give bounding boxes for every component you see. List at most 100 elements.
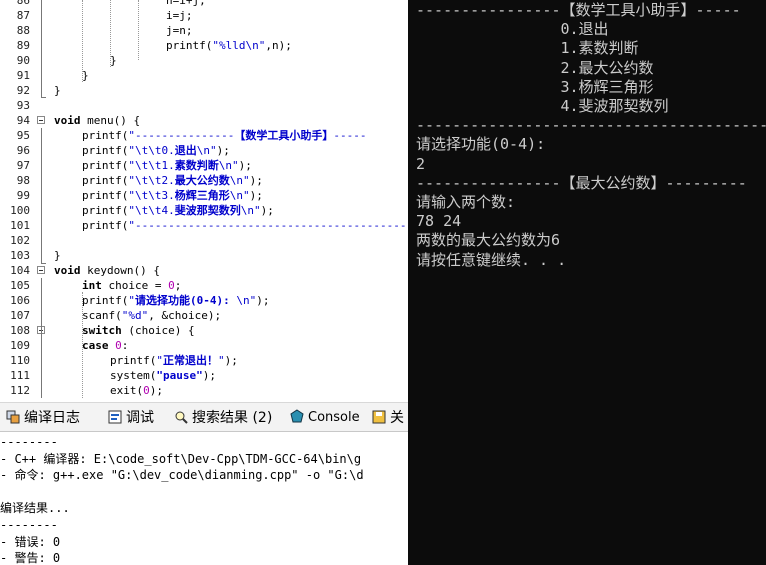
fold-bracket — [41, 128, 42, 263]
line-number: 94 — [16, 114, 30, 127]
code-token: ); — [149, 384, 163, 397]
code-line: 99 printf("\t\t3.杨辉三角形\n"); — [0, 188, 408, 203]
code-line: 96 printf("\t\t0.退出\n"); — [0, 143, 408, 158]
fold-toggle-icon[interactable] — [37, 116, 45, 124]
line-number: 87 — [16, 9, 30, 22]
code-editor[interactable]: 86 n=i+j; 87 i=j; 88 j=n; 89 printf("%lld\n",n)… — [0, 0, 408, 398]
code-token: printf( — [82, 294, 129, 307]
fold-bracket-end — [41, 97, 46, 98]
indent-guide — [110, 0, 111, 67]
console-line: 3.杨辉三角形 — [416, 77, 654, 96]
code-token: ); — [249, 174, 263, 187]
code-token: : — [121, 339, 129, 352]
code-token: ); — [224, 354, 238, 367]
code-text: void menu() { — [54, 113, 140, 128]
code-text: n=i+j; — [166, 0, 206, 8]
code-token: menu() { — [80, 114, 141, 127]
code-text: printf("请选择功能(0-4): \n"); — [82, 293, 269, 308]
code-token: \n" — [218, 159, 239, 172]
search-results-icon — [175, 411, 188, 424]
console-line: 两数的最大公约数为6 — [416, 231, 561, 250]
line-number: 93 — [16, 99, 30, 112]
code-token: 0 — [143, 384, 150, 397]
code-token: \n" — [240, 204, 261, 217]
tab-search-results[interactable]: 搜索结果 (2) — [174, 406, 272, 430]
code-token: \n" — [196, 144, 217, 157]
code-token: 素数判断 — [174, 159, 219, 172]
console-line: 78 24 — [416, 212, 462, 231]
code-line: 95 printf("---------------【数学工具小助手】----- — [0, 128, 408, 143]
tab-label: 关 — [390, 410, 404, 426]
compile-log-output: -------- - C++ 编译器: E:\code_soft\Dev-Cpp\… — [0, 432, 408, 565]
tab-compile-log[interactable]: 编译日志 — [6, 406, 80, 430]
line-number: 102 — [10, 234, 30, 247]
fold-toggle-icon[interactable] — [37, 266, 45, 274]
code-line: 90} — [0, 53, 408, 68]
console-line: 请选择功能(0-4): — [416, 135, 546, 154]
code-token: printf( — [166, 39, 213, 52]
code-token: "\t\t4. — [128, 204, 175, 217]
console-line: ---------------------------------------- — [416, 116, 766, 135]
code-token: ); — [249, 189, 263, 202]
tab-label: Console — [308, 410, 360, 425]
code-text: system("pause"); — [110, 368, 216, 383]
code-line: 100 printf("\t\t4.斐波那契数列\n"); — [0, 203, 408, 218]
code-line: 106 printf("请选择功能(0-4): \n"); — [0, 293, 408, 308]
line-number: 101 — [10, 219, 30, 232]
code-line: 98 printf("\t\t2.最大公约数\n"); — [0, 173, 408, 188]
code-line: 108 switch (choice) { — [0, 323, 408, 338]
indent-guide — [82, 292, 83, 398]
line-number: 86 — [16, 0, 30, 7]
line-number: 98 — [16, 174, 30, 187]
tab-console[interactable]: Console — [290, 406, 360, 430]
line-number: 109 — [10, 339, 30, 352]
log-line: - C++ 编译器: E:\code_soft\Dev-Cpp\TDM-GCC-… — [0, 451, 362, 466]
line-number: 89 — [16, 39, 30, 52]
code-token: printf( — [82, 174, 129, 187]
code-token: ; — [174, 279, 182, 292]
code-token: choice = — [101, 279, 169, 292]
code-token: "%d" — [121, 309, 149, 322]
console-line: ----------------【数学工具小助手】----- — [416, 1, 741, 19]
code-line: 103} — [0, 248, 408, 263]
code-token: " — [156, 354, 163, 367]
line-number: 90 — [16, 54, 30, 67]
code-token: 杨辉三角形 — [174, 189, 230, 202]
console-line: 2.最大公约数 — [416, 58, 654, 77]
console-line: 请按任意键继续. . . — [416, 250, 567, 269]
code-token: 正常退出！ — [162, 354, 218, 367]
line-number: 100 — [10, 204, 30, 217]
code-line: 102 — [0, 233, 408, 248]
code-token: "%lld\n" — [212, 39, 266, 52]
code-text: printf("正常退出！"); — [110, 353, 238, 368]
code-line: 88 j=n; — [0, 23, 408, 38]
log-line: - 错误: 0 — [0, 534, 61, 549]
code-text: printf("\t\t0.退出\n"); — [82, 143, 230, 158]
code-token: printf( — [82, 204, 129, 217]
code-text: scanf("%d", &choice); — [82, 308, 221, 323]
code-line: 101 printf("-----------------------------… — [0, 218, 408, 233]
close-tab-icon — [372, 410, 386, 424]
log-line: 编译结果... — [0, 501, 70, 516]
console-line: 1.素数判断 — [416, 39, 639, 58]
fold-bracket — [41, 0, 42, 97]
console-icon — [290, 409, 304, 423]
code-line: 111 system("pause"); — [0, 368, 408, 383]
debug-icon — [108, 410, 122, 424]
code-text: printf("%lld\n",n); — [166, 38, 292, 53]
code-token: i=j; — [166, 9, 193, 22]
code-token: "---------------------------------------… — [128, 219, 408, 232]
line-number: 112 — [10, 384, 30, 397]
code-text: j=n; — [166, 23, 193, 38]
code-token: printf( — [110, 354, 157, 367]
compile-log-icon — [6, 410, 20, 424]
tab-close[interactable]: 关 — [372, 406, 404, 430]
code-text: } — [54, 248, 61, 263]
code-line: 87 i=j; — [0, 8, 408, 23]
code-token: 斐波那契数列 — [174, 204, 241, 217]
code-text: } — [54, 83, 61, 98]
code-line: 112 exit(0); — [0, 383, 408, 398]
code-text: printf("---------------【数学工具小助手】----- — [82, 128, 366, 143]
console-window[interactable]: ----------------【数学工具小助手】----- 0.退出 1.素数… — [408, 0, 766, 565]
tab-debug[interactable]: 调试 — [108, 406, 154, 430]
